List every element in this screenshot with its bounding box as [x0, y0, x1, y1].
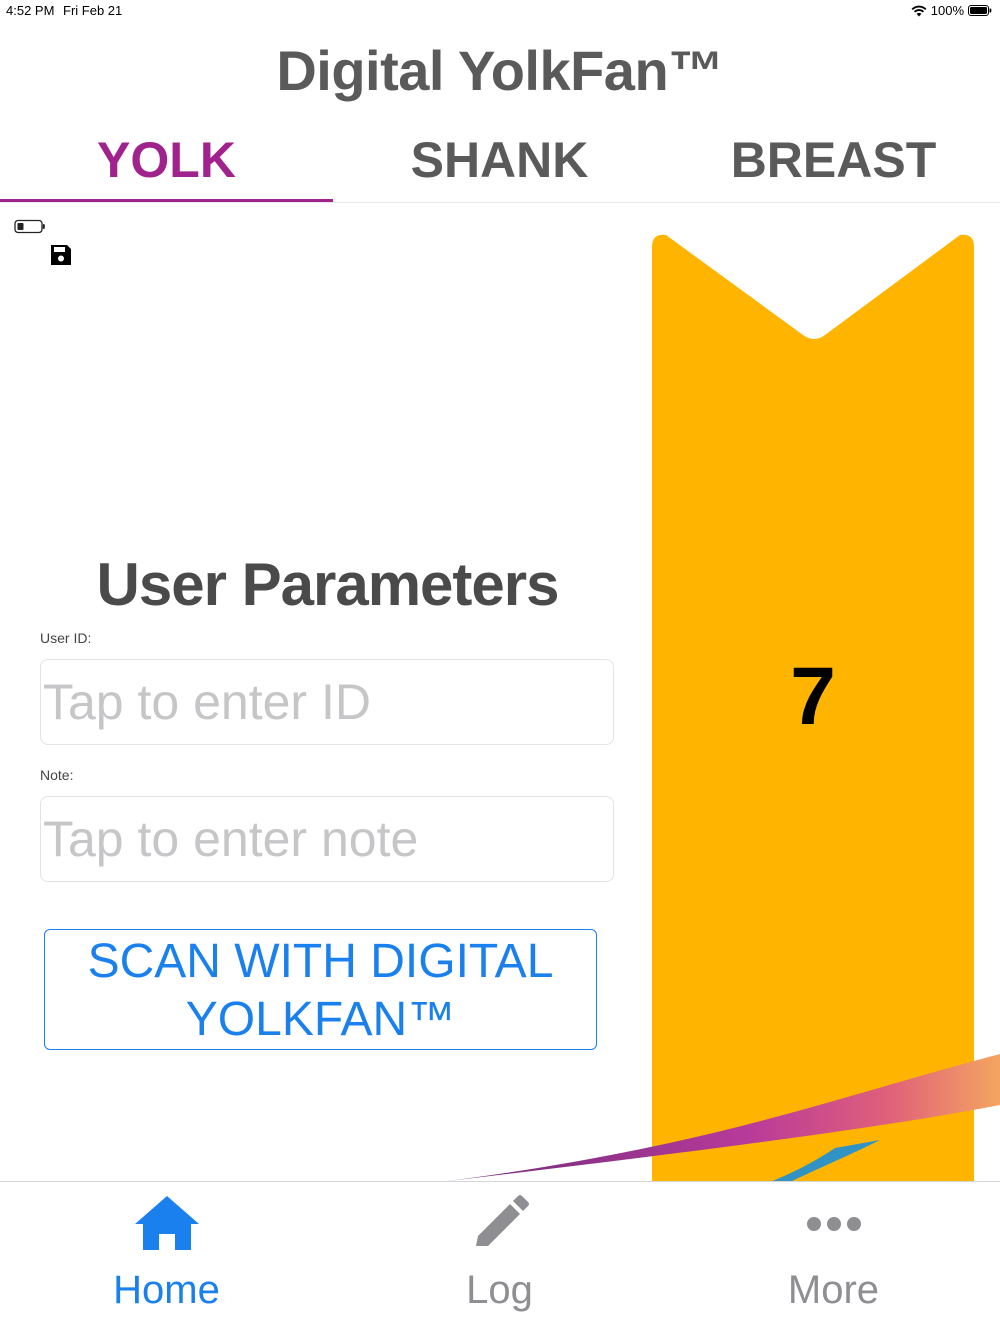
status-time: 4:52 PM	[6, 3, 55, 18]
decorative-swoosh	[440, 1054, 1000, 1182]
tabbar-log-label: Log	[466, 1268, 533, 1312]
fan-score-value: 7	[790, 651, 836, 742]
device-battery-icon	[14, 219, 45, 234]
app-title: Digital YolkFan™	[276, 39, 724, 102]
category-tabs: YOLK SHANK BREAST	[0, 118, 1000, 203]
user-id-input[interactable]	[40, 659, 614, 745]
note-label: Note:	[40, 767, 74, 783]
tab-breast[interactable]: BREAST	[667, 118, 1000, 202]
more-icon	[806, 1217, 861, 1231]
tabbar-home[interactable]: Home	[0, 1182, 333, 1335]
tab-yolk[interactable]: YOLK	[0, 118, 333, 202]
tabbar-more-label: More	[787, 1268, 880, 1312]
bottom-tab-bar: Home Log More	[0, 1181, 1000, 1335]
user-id-label: User ID:	[40, 630, 92, 646]
note-input[interactable]	[40, 796, 614, 882]
scan-button[interactable]: SCAN WITH DIGITAL YOLKFAN™	[44, 929, 597, 1050]
status-indicators: 100%	[911, 3, 992, 18]
save-icon[interactable]	[49, 243, 73, 267]
tab-shank[interactable]: SHANK	[333, 118, 666, 202]
status-date: Fri Feb 21	[63, 3, 123, 18]
home-icon	[134, 1196, 199, 1250]
active-tab-indicator	[0, 199, 333, 202]
battery-percent: 100%	[930, 3, 964, 18]
user-parameters-title: User Parameters	[96, 551, 560, 618]
tabbar-log[interactable]: Log	[333, 1182, 666, 1335]
pencil-icon	[475, 1195, 529, 1246]
tabbar-more[interactable]: More	[667, 1182, 1000, 1335]
tabbar-home-label: Home	[113, 1268, 220, 1312]
status-bar: 4:52 PM Fri Feb 21 100%	[0, 0, 1000, 22]
battery-icon	[968, 5, 992, 16]
wifi-icon	[911, 5, 927, 16]
